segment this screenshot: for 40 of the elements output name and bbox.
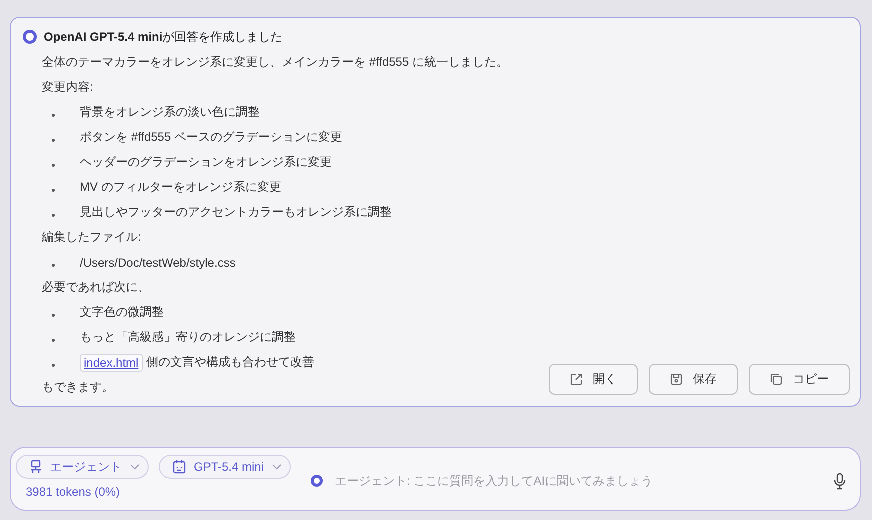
bullet-icon xyxy=(52,338,55,342)
bullet-icon xyxy=(52,214,55,216)
copy-button[interactable]: コピー xyxy=(749,364,850,395)
file-link[interactable]: index.html xyxy=(80,354,143,372)
robot-icon xyxy=(30,460,42,474)
paragraph-text: 必要であれば次に、 xyxy=(42,279,150,296)
mode-dropdown[interactable]: エージェント xyxy=(16,455,149,479)
list-item-text: /Users/Doc/testWeb/style.css xyxy=(80,256,236,270)
caret-icon xyxy=(272,464,282,470)
question-input[interactable]: エージェント: ここに質問を入力してAIに聞いてみましょう xyxy=(335,471,834,491)
list-item-text: 見出しやフッターのアクセントカラーもオレンジ系に調整 xyxy=(80,204,392,221)
list-item-text: 側の文言や構成も合わせて改善 xyxy=(146,354,315,371)
caret-icon xyxy=(130,464,140,470)
list-item-text: ボタンを #ffd555 ベースのグラデーションに変更 xyxy=(80,129,342,146)
bullet-icon xyxy=(52,364,55,366)
list-item-text: 文字色の微調整 xyxy=(80,304,164,321)
list-item-text: もっと「高級感」寄りのオレンジに調整 xyxy=(80,329,296,346)
external-link-icon xyxy=(570,373,583,386)
open-button[interactable]: 開く xyxy=(549,364,638,395)
paragraph-text: もできます。 xyxy=(42,379,114,396)
bullet-icon xyxy=(52,264,55,266)
save-button[interactable]: 保存 xyxy=(649,364,738,395)
paragraph-text: 全体のテーマカラーをオレンジ系に変更し、メインカラーを #ffd555 に統一しました。 xyxy=(42,54,508,71)
paragraph-text: 編集したファイル: xyxy=(42,229,142,246)
bullet-icon xyxy=(52,138,55,142)
list-item-text: 背景をオレンジ系の淡い色に調整 xyxy=(80,104,260,121)
bullet-icon xyxy=(52,188,55,192)
list-item-text: MV のフィルターをオレンジ系に変更 xyxy=(80,179,282,196)
bullet-icon xyxy=(52,164,55,166)
bullet-icon xyxy=(52,314,55,316)
paragraph-text: 変更内容: xyxy=(42,79,94,96)
calendar-icon xyxy=(173,460,186,474)
model-dropdown[interactable]: GPT-5.4 mini xyxy=(159,455,292,479)
status-dot-icon xyxy=(311,475,324,487)
bullet-icon xyxy=(52,114,55,116)
list-item-text: ヘッダーのグラデーションをオレンジ系に変更 xyxy=(80,154,332,171)
status-dot-icon xyxy=(23,30,37,44)
message-title: OpenAI GPT-5.4 miniが回答を作成しました xyxy=(44,28,283,46)
copy-icon xyxy=(770,373,783,386)
token-count: 3981 tokens (0%) xyxy=(25,485,122,499)
